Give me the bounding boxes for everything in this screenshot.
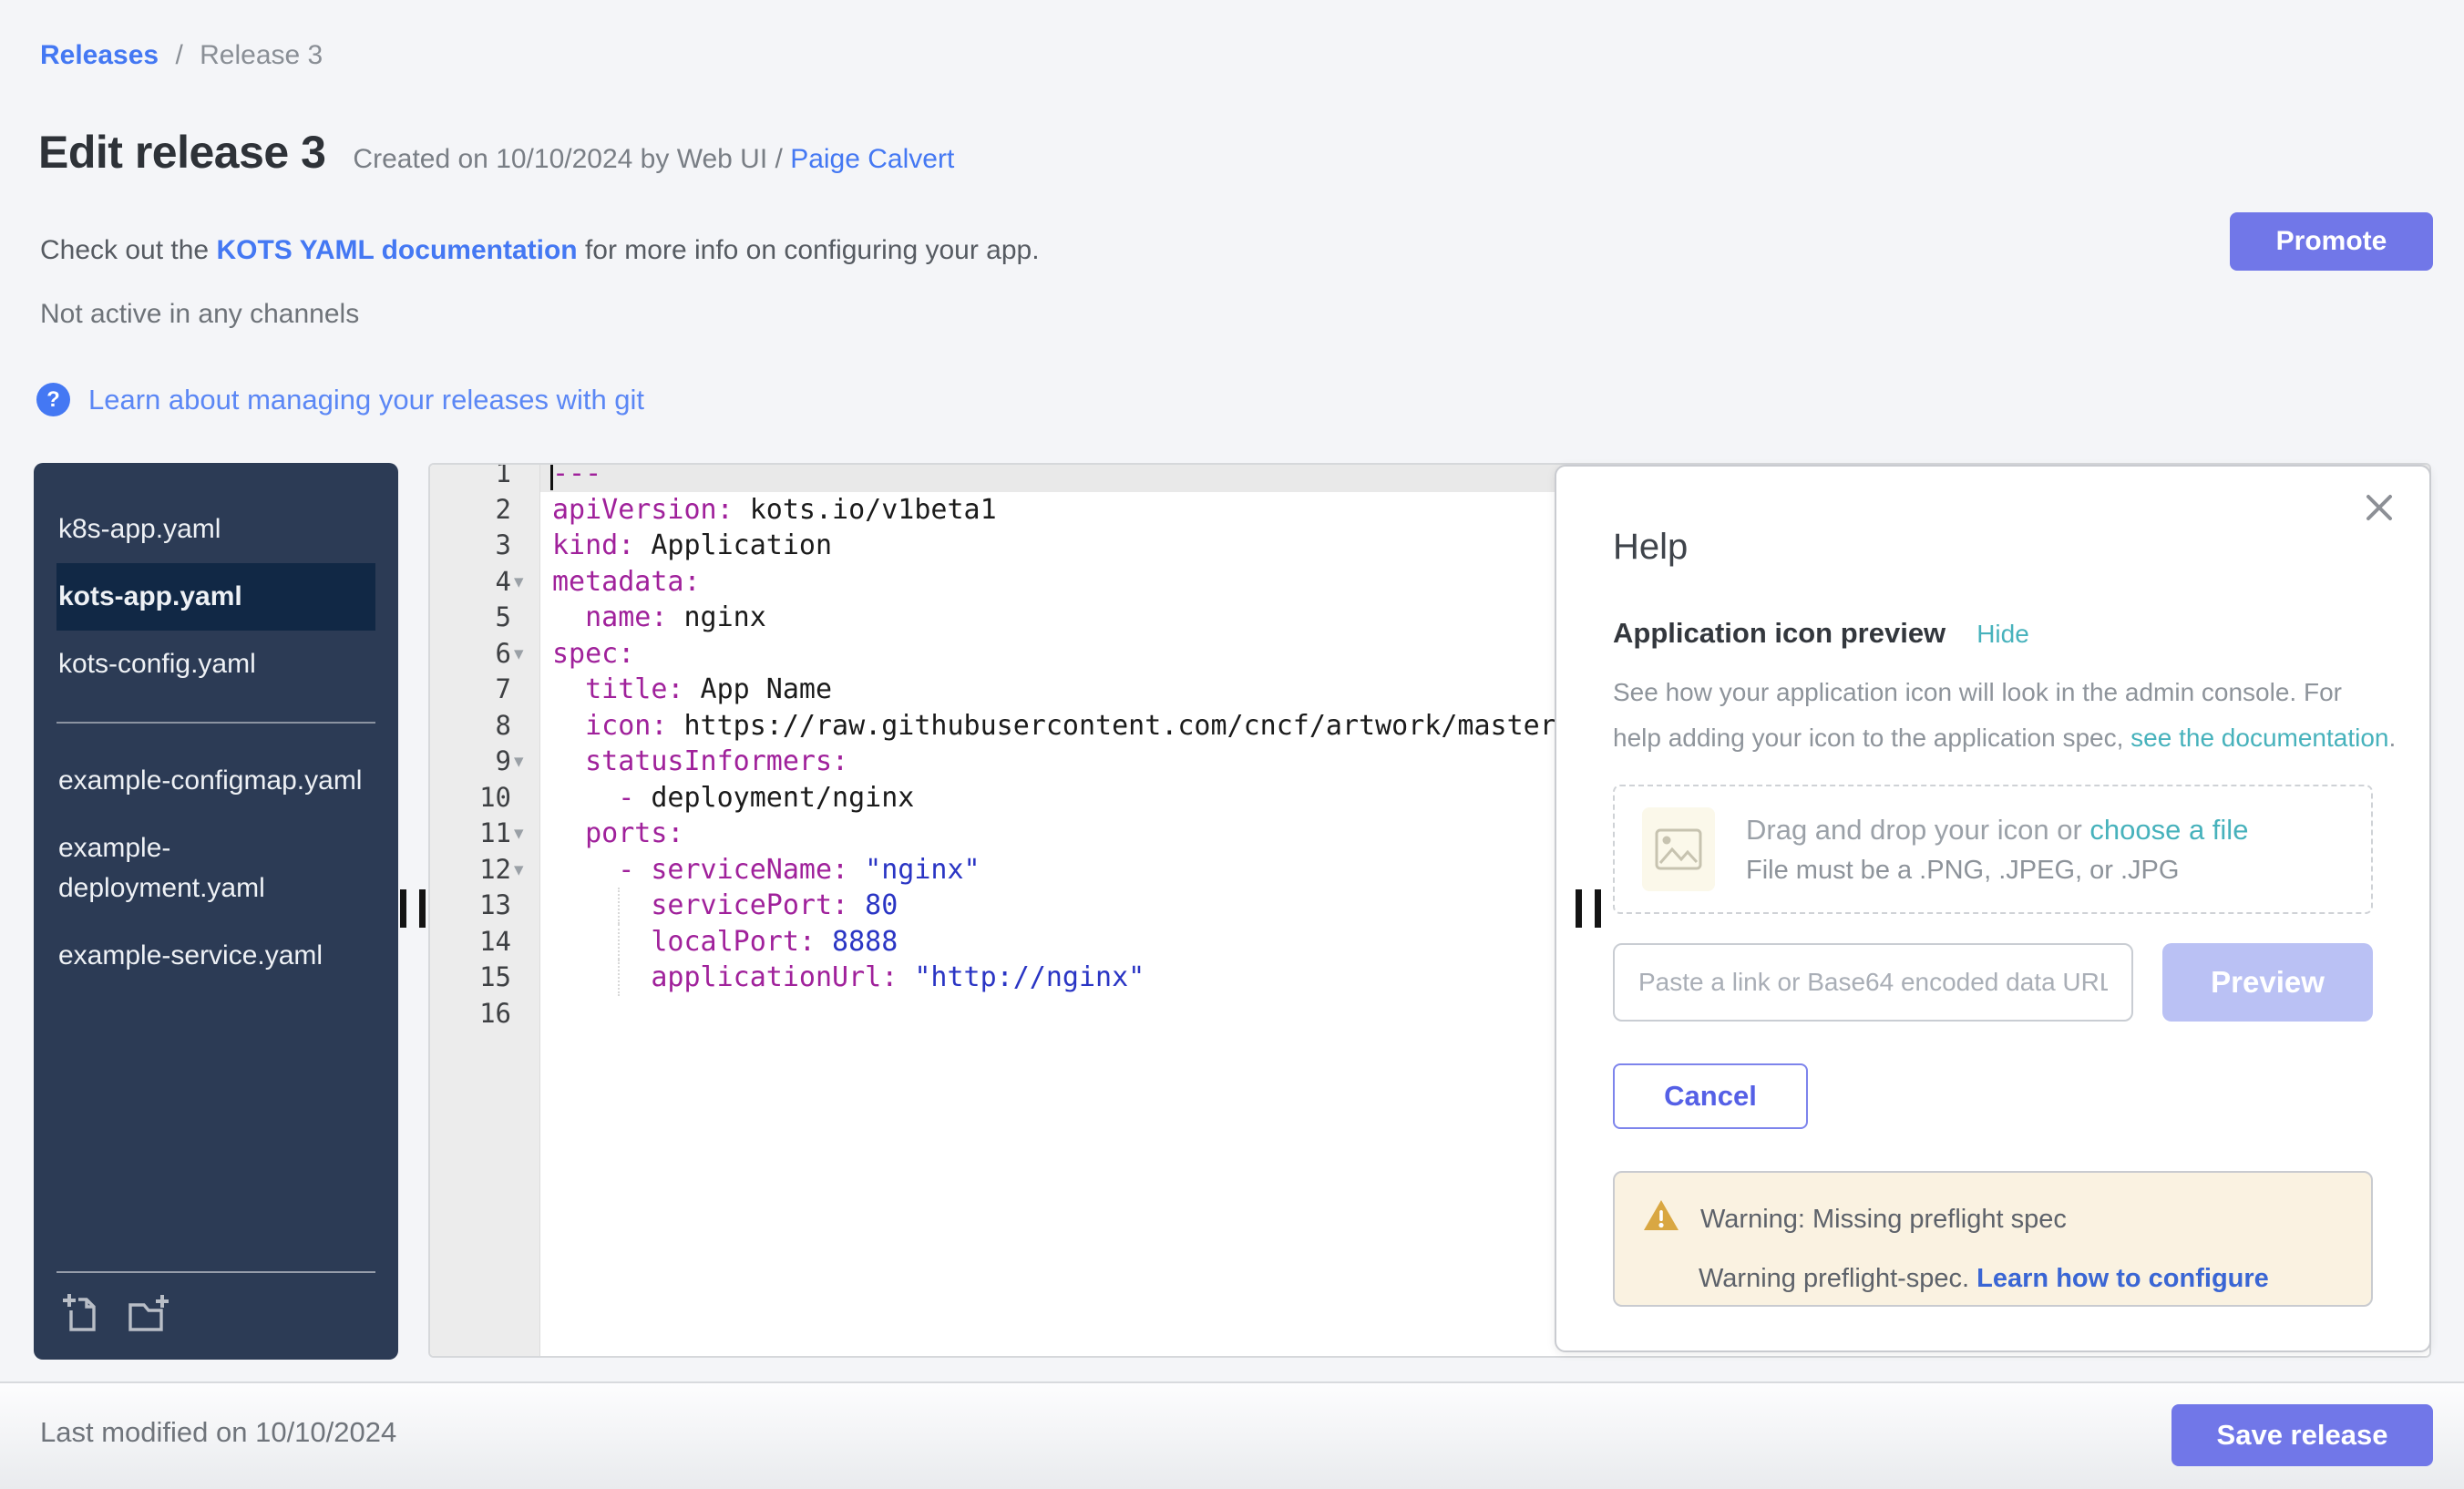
warning-detail: Warning preflight-spec. Learn how to con…	[1699, 1264, 2344, 1294]
indent-guide	[618, 960, 620, 996]
fold-arrow-icon[interactable]: ▾	[514, 744, 524, 780]
icon-preview-section-header: Application icon preview Hide	[1613, 617, 2373, 650]
image-placeholder-icon	[1642, 807, 1715, 891]
warning-triangle-icon	[1642, 1198, 1680, 1240]
fold-arrow-icon[interactable]: ▾	[514, 816, 524, 852]
icon-preview-title: Application icon preview	[1613, 617, 1946, 650]
icon-preview-description: See how your application icon will look …	[1613, 670, 2397, 761]
created-text: Created on 10/10/2024 by Web UI /	[353, 144, 790, 174]
file-tree-sidebar: k8s-app.yamlkots-app.yamlkots-config.yam…	[34, 463, 398, 1360]
save-release-button[interactable]: Save release	[2171, 1404, 2433, 1466]
see-documentation-link[interactable]: see the documentation	[2130, 724, 2388, 752]
promote-button[interactable]: Promote	[2230, 212, 2433, 271]
close-icon	[2364, 512, 2395, 526]
kots-yaml-docs-link[interactable]: KOTS YAML documentation	[216, 235, 577, 265]
icon-url-input[interactable]	[1613, 943, 2133, 1022]
text-cursor	[550, 463, 553, 490]
sidebar-footer	[34, 1271, 398, 1360]
question-circle-icon: ?	[36, 383, 70, 416]
warning-title: Warning: Missing preflight spec	[1700, 1205, 2067, 1235]
last-modified-text: Last modified on 10/10/2024	[40, 1416, 396, 1449]
line-number: 15	[430, 960, 540, 996]
file-list-divider	[56, 722, 375, 724]
add-file-button[interactable]	[59, 1291, 101, 1336]
dropzone-text: Drag and drop your icon or choose a file…	[1746, 814, 2248, 886]
line-number: 2	[430, 492, 540, 529]
sidebar-resize-handle-left-bar[interactable]	[400, 889, 406, 928]
dropzone-file-types: File must be a .PNG, .JPEG, or .JPG	[1746, 856, 2248, 886]
channel-status: Not active in any channels	[40, 299, 359, 330]
line-number: 8	[430, 708, 540, 744]
file-tree-item-example-configmap.yaml[interactable]: example-configmap.yaml	[56, 747, 375, 815]
line-number: 13	[430, 888, 540, 924]
file-tree-item-example-service.yaml[interactable]: example-service.yaml	[56, 922, 375, 990]
indent-guide	[618, 924, 620, 960]
breadcrumb-current: Release 3	[200, 40, 323, 70]
file-tree-item-k8s-app.yaml[interactable]: k8s-app.yaml	[56, 496, 375, 563]
help-panel: Help Application icon preview Hide See h…	[1555, 465, 2431, 1352]
help-resize-handle-right-bar[interactable]	[1595, 889, 1601, 928]
fold-arrow-icon[interactable]: ▾	[514, 564, 524, 601]
dropzone-label: Drag and drop your icon or	[1746, 814, 2089, 846]
preview-button[interactable]: Preview	[2162, 943, 2373, 1022]
icon-link-row: Preview	[1613, 943, 2373, 1022]
warning-detail-text: Warning preflight-spec.	[1699, 1264, 1976, 1293]
learn-how-to-configure-link[interactable]: Learn how to configure	[1976, 1264, 2269, 1293]
file-tree-item-example-deployment.yaml[interactable]: example-deployment.yaml	[56, 815, 375, 922]
preflight-warning-box: Warning: Missing preflight spec Warning …	[1613, 1171, 2373, 1307]
indent-guide	[618, 888, 620, 924]
git-help-row: ? Learn about managing your releases wit…	[36, 383, 644, 416]
docs-hint: Check out the KOTS YAML documentation fo…	[40, 235, 1040, 266]
add-file-icon	[59, 1322, 101, 1336]
hide-link[interactable]: Hide	[1976, 620, 2029, 649]
icon-dropzone[interactable]: Drag and drop your icon or choose a file…	[1613, 785, 2373, 914]
created-by-link[interactable]: Paige Calvert	[790, 144, 954, 174]
docs-hint-post: for more info on configuring your app.	[578, 235, 1040, 265]
title-row: Edit release 3 Created on 10/10/2024 by …	[38, 126, 954, 179]
docs-hint-pre: Check out the	[40, 235, 216, 265]
add-folder-icon	[125, 1322, 170, 1336]
page-title: Edit release 3	[38, 126, 325, 179]
sidebar-resize-handle-right-bar[interactable]	[419, 889, 426, 928]
cancel-button[interactable]: Cancel	[1613, 1063, 1808, 1129]
created-info: Created on 10/10/2024 by Web UI / Paige …	[353, 144, 954, 175]
breadcrumb: Releases / Release 3	[40, 40, 323, 71]
fold-arrow-icon[interactable]: ▾	[514, 852, 524, 888]
line-number: 3	[430, 528, 540, 564]
help-resize-handle-left-bar[interactable]	[1576, 889, 1582, 928]
fold-arrow-icon[interactable]: ▾	[514, 636, 524, 673]
line-number: 5	[430, 600, 540, 636]
file-tree-item-kots-config.yaml[interactable]: kots-config.yaml	[56, 631, 375, 698]
git-releases-link[interactable]: Learn about managing your releases with …	[88, 384, 644, 416]
description-suffix: .	[2388, 724, 2396, 752]
help-panel-title: Help	[1613, 527, 2373, 568]
line-number: 1	[430, 463, 540, 492]
file-list: k8s-app.yamlkots-app.yamlkots-config.yam…	[34, 463, 398, 990]
line-number: 16	[430, 996, 540, 1032]
add-folder-button[interactable]	[125, 1291, 170, 1336]
breadcrumb-separator: /	[175, 40, 182, 70]
choose-file-link[interactable]: choose a file	[2089, 814, 2248, 846]
footer-bar: Last modified on 10/10/2024 Save release	[0, 1381, 2464, 1489]
file-tree-item-kots-app.yaml[interactable]: kots-app.yaml	[56, 563, 375, 631]
line-number: 14	[430, 924, 540, 960]
close-help-button[interactable]	[2364, 492, 2395, 526]
line-number: 7	[430, 672, 540, 708]
line-number: 10	[430, 780, 540, 816]
breadcrumb-releases-link[interactable]: Releases	[40, 40, 159, 70]
